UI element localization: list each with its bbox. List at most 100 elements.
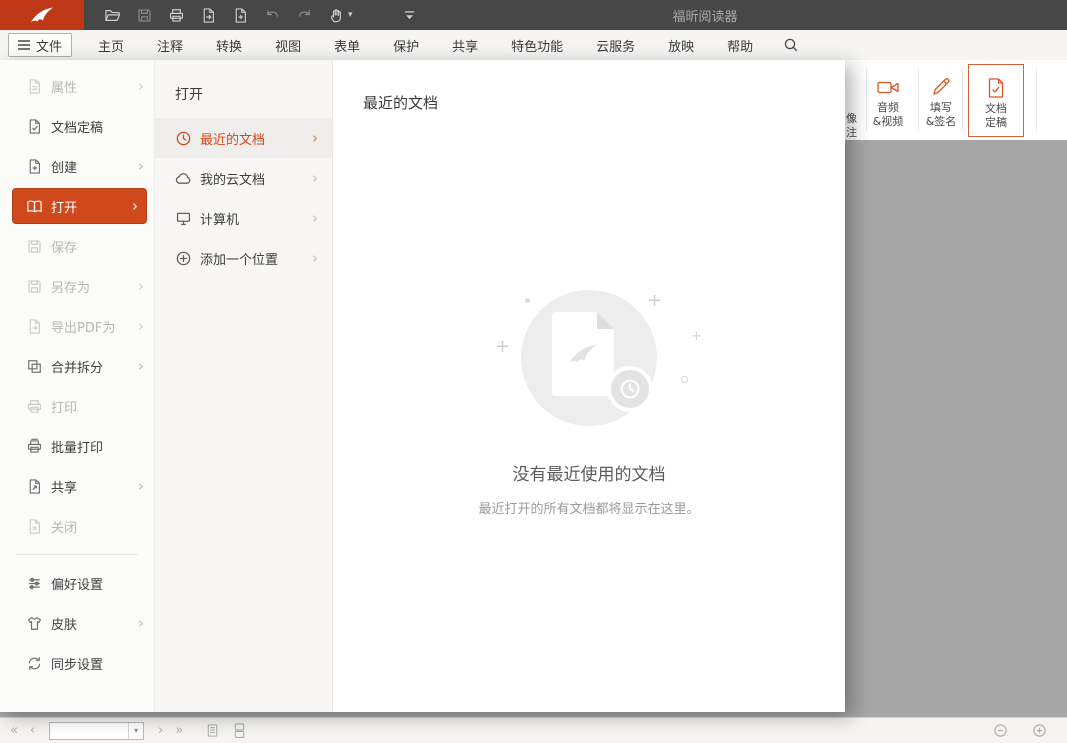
status-bar: « ‹ ▾ › » — [0, 717, 1067, 743]
page-number-input[interactable] — [50, 723, 128, 739]
hand-tool-button[interactable]: ▾ — [328, 7, 353, 24]
skin-icon — [26, 615, 43, 632]
zoom-out-icon[interactable] — [993, 723, 1008, 738]
last-page-icon[interactable]: » — [169, 724, 189, 737]
title-bar: ▾ 福昕阅读器 — [0, 0, 1067, 30]
foxit-logo-button[interactable] — [0, 0, 84, 30]
customize-toolbar-icon[interactable] — [401, 7, 418, 24]
save-as-icon — [26, 278, 43, 295]
doc-finalize-label-2: 定稿 — [969, 116, 1023, 130]
tab-convert[interactable]: 转换 — [216, 36, 242, 55]
pencil-icon — [913, 70, 969, 98]
open-panel-item-computer[interactable]: 计算机 › — [155, 198, 332, 238]
file-menu-item-share[interactable]: 共享 › — [0, 466, 154, 506]
file-button-label: 文件 — [36, 36, 62, 55]
chevron-right-icon: › — [132, 199, 138, 214]
file-menu-item-open[interactable]: 打开 › — [12, 188, 147, 224]
dot-decoration — [525, 298, 530, 303]
ribbon-doc-finalize-button[interactable]: 文档 定稿 — [968, 64, 1024, 137]
window-title: 福昕阅读器 — [620, 6, 790, 25]
doc-create-icon[interactable] — [232, 7, 249, 24]
open-file-icon[interactable] — [104, 7, 121, 24]
tab-view[interactable]: 视图 — [275, 36, 301, 55]
tab-help[interactable]: 帮助 — [727, 36, 753, 55]
dot-decoration — [681, 376, 688, 383]
recent-documents-content: 最近的文档 + + + 没有最近使用的文档 最近打开的所有文 — [333, 60, 845, 712]
document-check-icon — [969, 71, 1023, 99]
open-panel-item-cloud-docs[interactable]: 我的云文档 › — [155, 158, 332, 198]
file-menu-item-doc-finalize[interactable]: 文档定稿 — [0, 106, 154, 146]
first-page-icon[interactable]: « — [4, 724, 24, 737]
folded-corner-flap — [597, 312, 614, 329]
chevron-down-icon: ▾ — [348, 11, 353, 20]
tab-form[interactable]: 表单 — [334, 36, 360, 55]
properties-icon — [26, 78, 43, 95]
batch-print-icon — [26, 438, 43, 455]
tab-cloud-services[interactable]: 云服务 — [596, 36, 635, 55]
save-icon — [26, 238, 43, 255]
foxit-watermark-icon — [567, 341, 599, 367]
fill-sign-label-1: 填写 — [913, 101, 969, 115]
empty-state-title: 没有最近使用的文档 — [333, 460, 845, 485]
chevron-right-icon: › — [138, 359, 144, 374]
video-camera-icon — [860, 70, 916, 98]
file-menu-item-preferences[interactable]: 偏好设置 — [0, 563, 154, 603]
open-panel-header: 打开 — [175, 84, 332, 104]
open-panel: 打开 最近的文档 › 我的云文档 › 计算机 › 添加一个位置 › — [155, 60, 333, 712]
file-menu-item-print[interactable]: 打印 — [0, 386, 154, 426]
file-menu-item-create[interactable]: 创建 › — [0, 146, 154, 186]
doc-export-icon[interactable] — [200, 7, 217, 24]
undo-icon[interactable] — [264, 7, 281, 24]
file-menu-item-export-pdf[interactable]: 导出PDF为 › — [0, 306, 154, 346]
tab-protect[interactable]: 保护 — [393, 36, 419, 55]
search-icon[interactable] — [783, 37, 799, 53]
file-menu-sidebar: 属性 › 文档定稿 创建 › 打开 › 保存 另存为 › 导出PDF为 — [0, 60, 155, 712]
continuous-view-icon[interactable] — [232, 723, 247, 738]
file-menu-item-sync-settings[interactable]: 同步设置 — [0, 643, 154, 683]
empty-state-circle — [521, 290, 657, 426]
page-dropdown-icon[interactable]: ▾ — [128, 723, 143, 739]
page-number-combobox: ▾ — [49, 722, 144, 740]
cloud-icon — [175, 170, 192, 187]
chevron-right-icon: › — [312, 251, 318, 266]
open-panel-item-recent-docs[interactable]: 最近的文档 › — [155, 118, 332, 158]
open-panel-item-add-place[interactable]: 添加一个位置 › — [155, 238, 332, 278]
preferences-icon — [26, 575, 43, 592]
chevron-right-icon: › — [138, 159, 144, 174]
tab-share[interactable]: 共享 — [452, 36, 478, 55]
audio-video-label-2: &视频 — [860, 115, 916, 129]
redo-icon[interactable] — [296, 7, 313, 24]
file-menu-item-close[interactable]: 关闭 — [0, 506, 154, 546]
share-icon — [26, 478, 43, 495]
file-menu-item-combine-split[interactable]: 合并拆分 › — [0, 346, 154, 386]
print-icon — [26, 398, 43, 415]
prev-page-icon[interactable]: ‹ — [24, 724, 41, 737]
file-menu-button[interactable]: 文件 — [8, 33, 72, 57]
next-page-icon[interactable]: › — [152, 724, 169, 737]
ribbon-fill-sign-button[interactable]: 填写 &签名 — [913, 70, 969, 129]
plus-decoration-icon: + — [691, 330, 702, 343]
statusbar-right-controls — [987, 723, 1053, 738]
tab-slideshow[interactable]: 放映 — [668, 36, 694, 55]
ribbon-audio-video-button[interactable]: 音频 &视频 — [860, 70, 916, 129]
tab-comment[interactable]: 注释 — [157, 36, 183, 55]
file-menu-item-skin[interactable]: 皮肤 › — [0, 603, 154, 643]
tab-home[interactable]: 主页 — [98, 36, 124, 55]
chevron-right-icon: › — [312, 211, 318, 226]
zoom-in-icon[interactable] — [1032, 723, 1047, 738]
fill-sign-label-2: &签名 — [913, 115, 969, 129]
file-menu-item-batch-print[interactable]: 批量打印 — [0, 426, 154, 466]
tab-special-features[interactable]: 特色功能 — [511, 36, 563, 55]
save-icon[interactable] — [136, 7, 153, 24]
hamburger-icon — [18, 40, 30, 50]
file-menu-item-properties[interactable]: 属性 › — [0, 66, 154, 106]
file-menu-item-save[interactable]: 保存 — [0, 226, 154, 266]
file-menu-item-save-as[interactable]: 另存为 › — [0, 266, 154, 306]
file-menu-panel: 属性 › 文档定稿 创建 › 打开 › 保存 另存为 › 导出PDF为 — [0, 60, 845, 712]
print-icon[interactable] — [168, 7, 185, 24]
combine-split-icon — [26, 358, 43, 375]
chevron-right-icon: › — [138, 616, 144, 631]
create-icon — [26, 158, 43, 175]
doc-finalize-icon — [26, 118, 43, 135]
single-page-view-icon[interactable] — [205, 723, 220, 738]
